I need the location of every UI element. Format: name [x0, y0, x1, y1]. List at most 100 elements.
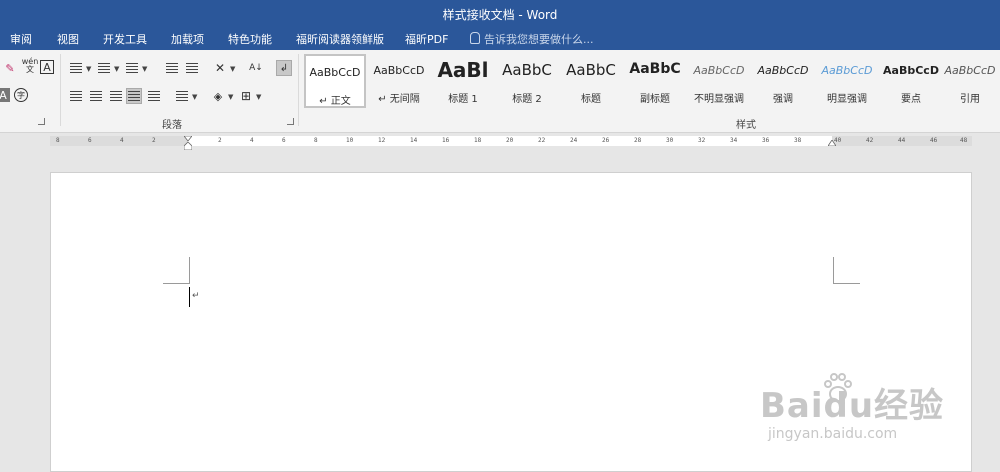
- window-title: 样式接收文档 - Word: [442, 8, 558, 22]
- ruler-tick: 2: [218, 137, 222, 144]
- decrease-indent-icon[interactable]: [164, 60, 180, 76]
- style-title[interactable]: AaBbC 标题: [560, 54, 622, 108]
- styles-gallery: AaBbCcD ↵ 正文 AaBbCcD ↵ 无间隔 AaBl 标题 1 AaB…: [304, 54, 996, 110]
- ruler-tick: 6: [88, 137, 92, 144]
- lightbulb-icon: [470, 32, 480, 44]
- bullets-icon[interactable]: [68, 60, 84, 76]
- paragraph-mark: ↵: [192, 291, 200, 301]
- clear-formatting-icon[interactable]: ✎: [2, 60, 18, 76]
- character-border-icon[interactable]: A: [40, 60, 54, 74]
- chinese-layout-icon[interactable]: ✕: [212, 60, 228, 76]
- style-quote[interactable]: AaBbCcD 引用: [944, 54, 996, 108]
- shading-icon[interactable]: ◈: [210, 88, 226, 104]
- ruler-tick: 48: [960, 137, 968, 144]
- multilevel-list-icon[interactable]: [124, 60, 140, 76]
- ruler-tick: 24: [570, 137, 578, 144]
- chevron-down-icon[interactable]: ▼: [142, 65, 147, 73]
- right-indent-marker-icon[interactable]: [828, 140, 836, 146]
- ribbon-tab-strip: 审阅 视图 开发工具 加载项 特色功能 福昕阅读器领鲜版 福昕PDF 告诉我您想…: [0, 28, 1000, 50]
- tell-me-box[interactable]: 告诉我您想要做什么...: [470, 31, 594, 47]
- chevron-down-icon[interactable]: ▼: [114, 65, 119, 73]
- increase-indent-icon[interactable]: [184, 60, 200, 76]
- ruler-tick: 8: [56, 137, 60, 144]
- character-shading-icon[interactable]: A: [0, 88, 10, 102]
- ruler-tick: 6: [282, 137, 286, 144]
- style-sample: AaBbCcD: [944, 64, 996, 77]
- align-center-icon[interactable]: [88, 88, 104, 104]
- ruler-tick: 20: [506, 137, 514, 144]
- ruler-tick: 38: [794, 137, 802, 144]
- style-strong[interactable]: AaBbCcD 要点: [880, 54, 942, 108]
- chevron-down-icon[interactable]: ▼: [192, 93, 197, 101]
- tab-special-features[interactable]: 特色功能: [228, 31, 272, 47]
- ruler-tick: 4: [120, 137, 124, 144]
- style-name: 要点: [901, 94, 921, 105]
- style-name: 不明显强调: [694, 94, 744, 105]
- paragraph-dialog-launcher-icon[interactable]: [287, 118, 294, 125]
- tell-me-placeholder: 告诉我您想要做什么...: [484, 33, 594, 46]
- ruler-tick: 4: [250, 137, 254, 144]
- style-sample: AaBbC: [502, 61, 552, 79]
- ruler-tick: 42: [866, 137, 874, 144]
- style-name: 标题: [581, 94, 601, 105]
- style-sample: AaBbCcD: [757, 64, 809, 77]
- style-subtitle[interactable]: AaBbC 副标题: [624, 54, 686, 108]
- tab-foxit-pdf[interactable]: 福昕PDF: [405, 31, 448, 47]
- watermark-brand: Baidu经验: [760, 386, 945, 426]
- align-right-icon[interactable]: [108, 88, 124, 104]
- style-subtle-emphasis[interactable]: AaBbCcD 不明显强调: [688, 54, 750, 108]
- numbering-icon[interactable]: [96, 60, 112, 76]
- style-sample: AaBbCcD: [309, 66, 361, 79]
- style-name: 标题 2: [512, 94, 542, 105]
- left-indent-marker-icon[interactable]: [184, 142, 192, 150]
- enclose-characters-icon[interactable]: 字: [14, 88, 28, 102]
- chevron-down-icon[interactable]: ▼: [230, 65, 235, 73]
- ribbon: ✎ wén 文 A A 字 ▼ ▼ ▼ ✕ ▼ A↓ ↲ ▼ ◈ ▼ ⊞ ▼ 段…: [0, 50, 1000, 133]
- style-heading-1[interactable]: AaBl 标题 1: [432, 54, 494, 108]
- style-no-spacing[interactable]: AaBbCcD ↵ 无间隔: [368, 54, 430, 108]
- tab-review[interactable]: 审阅: [10, 31, 32, 47]
- ruler-tick: 46: [930, 137, 938, 144]
- ruler-tick: 30: [666, 137, 674, 144]
- ruler-tick: 34: [730, 137, 738, 144]
- ruler-tick: 10: [346, 137, 354, 144]
- tab-addins[interactable]: 加载项: [171, 31, 204, 47]
- font-dialog-launcher-icon[interactable]: [38, 118, 45, 125]
- line-spacing-icon[interactable]: [174, 88, 190, 104]
- style-name: ↵ 正文: [319, 96, 351, 107]
- style-sample: AaBbCcD: [883, 64, 939, 77]
- top-right-crop-mark: [833, 257, 860, 284]
- chevron-down-icon[interactable]: ▼: [256, 93, 261, 101]
- ruler-tick: 8: [314, 137, 318, 144]
- chevron-down-icon[interactable]: ▼: [228, 93, 233, 101]
- phonetic-guide-icon[interactable]: wén 文: [22, 58, 39, 74]
- style-sample: AaBbCcD: [821, 64, 873, 77]
- chevron-down-icon[interactable]: ▼: [86, 65, 91, 73]
- justify-icon[interactable]: [126, 88, 142, 104]
- style-name: 明显强调: [827, 94, 867, 105]
- ruler-tick: 18: [474, 137, 482, 144]
- ruler-tick: 12: [378, 137, 386, 144]
- style-normal[interactable]: AaBbCcD ↵ 正文: [304, 54, 366, 108]
- borders-icon[interactable]: ⊞: [238, 88, 254, 104]
- tab-developer[interactable]: 开发工具: [103, 31, 147, 47]
- style-name: 标题 1: [448, 94, 478, 105]
- style-emphasis[interactable]: AaBbCcD 强调: [752, 54, 814, 108]
- group-separator: [298, 54, 299, 126]
- sort-icon[interactable]: A↓: [248, 60, 264, 76]
- style-heading-2[interactable]: AaBbC 标题 2: [496, 54, 558, 108]
- ruler-tick: 32: [698, 137, 706, 144]
- ruler-tick: 22: [538, 137, 546, 144]
- ruler-tick: 36: [762, 137, 770, 144]
- align-left-icon[interactable]: [68, 88, 84, 104]
- tab-foxit-reader[interactable]: 福昕阅读器领鲜版: [296, 31, 384, 47]
- ruler-tick: 44: [898, 137, 906, 144]
- show-hide-marks-icon[interactable]: ↲: [276, 60, 292, 76]
- tab-view[interactable]: 视图: [57, 31, 79, 47]
- style-name: 强调: [773, 94, 793, 105]
- paragraph-group-label: 段落: [162, 120, 182, 131]
- distributed-icon[interactable]: [146, 88, 162, 104]
- style-sample: AaBbC: [566, 61, 616, 79]
- style-intense-emphasis[interactable]: AaBbCcD 明显强调: [816, 54, 878, 108]
- ruler-tick: 26: [602, 137, 610, 144]
